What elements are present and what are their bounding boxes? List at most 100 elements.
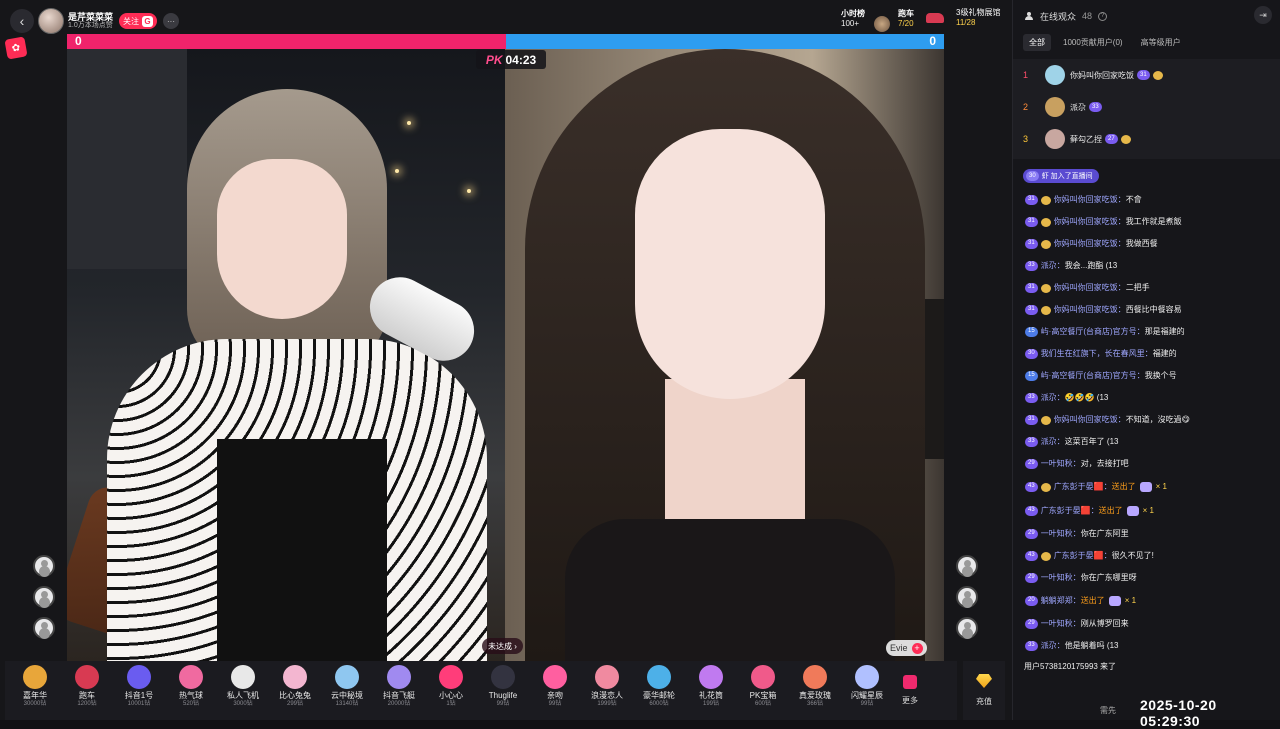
gift-item[interactable]: 豪华邮轮 6000钻: [633, 661, 685, 720]
gift-item[interactable]: Thuglife 99钻: [477, 661, 529, 720]
gift-item[interactable]: 私人飞机 3000钻: [217, 661, 269, 720]
host-avatar[interactable]: [38, 8, 64, 34]
chat-message[interactable]: 43 广东彭于晏🟥： 送出了 × 1: [1025, 499, 1280, 523]
chat-username[interactable]: 你妈叫你回家吃饭：: [1054, 305, 1126, 315]
chat-message[interactable]: 30 我们生在红旗下，长在春风里： 福建的: [1025, 343, 1280, 365]
video-right[interactable]: [505, 49, 944, 661]
chat-message[interactable]: 33 派尕： 这菜百年了 (13: [1025, 431, 1280, 453]
right-guest-slot[interactable]: [956, 555, 978, 577]
chat-message[interactable]: 33 派尕： 🤣🤣🤣 (13: [1025, 387, 1280, 409]
chat-username[interactable]: 一叶知秋：: [1041, 573, 1081, 583]
help-icon[interactable]: ?: [1098, 11, 1108, 21]
gift-item[interactable]: 云中秘境 13140钻: [321, 661, 373, 720]
chat-username[interactable]: 你妈叫你回家吃饭：: [1054, 239, 1126, 249]
tab-high-level[interactable]: 高等级用户: [1135, 34, 1187, 51]
gift-item[interactable]: 小心心 1钻: [425, 661, 477, 720]
chat-username[interactable]: 躺躺郑郑：: [1041, 596, 1081, 606]
left-guest-slot[interactable]: [33, 555, 55, 577]
chat-message[interactable]: 31 你妈叫你回家吃饭： 不知道，沒吃過😋: [1025, 409, 1280, 431]
more-button[interactable]: ···: [163, 13, 180, 29]
chat-username[interactable]: 派尕：: [1041, 437, 1065, 447]
chat-message[interactable]: 43 广东彭于晏🟥： 很久不见了!: [1025, 545, 1280, 567]
chat-username[interactable]: 一叶知秋：: [1041, 529, 1081, 539]
chat-username[interactable]: 你妈叫你回家吃饭：: [1054, 217, 1126, 227]
avatar[interactable]: [1045, 65, 1065, 85]
gift-item[interactable]: 真爱玫瑰 366钻: [789, 661, 841, 720]
audience-rank-row[interactable]: 2 派尕 33: [1013, 91, 1280, 123]
live-badge-icon[interactable]: ✿: [4, 36, 28, 60]
right-guest-slot[interactable]: [956, 617, 978, 639]
chat-message[interactable]: 15 屿·高空餐厅(台商店)官方号： 那是福建的: [1025, 321, 1280, 343]
gift-item[interactable]: 跑车 1200钻: [61, 661, 113, 720]
left-guest-slot[interactable]: [33, 617, 55, 639]
chat-message[interactable]: 20 躺躺郑郑： 送出了 × 1: [1025, 589, 1280, 613]
gift-item[interactable]: 抖音1号 10001钻: [113, 661, 165, 720]
chat-message[interactable]: 29 一叶知秋： 你在广东阿里: [1025, 523, 1280, 545]
chat-message[interactable]: 31 你妈叫你回家吃饭： 二把手: [1025, 277, 1280, 299]
audience-rank-row[interactable]: 1 你妈叫你回家吃饭 31: [1013, 59, 1280, 91]
chat-username[interactable]: 你妈叫你回家吃饭：: [1054, 415, 1126, 425]
chat-username[interactable]: 你妈叫你回家吃饭：: [1054, 195, 1126, 205]
left-guest-slot[interactable]: [33, 586, 55, 608]
chat-message[interactable]: 31 你妈叫你回家吃饭： 我做西餐: [1025, 233, 1280, 255]
chat-message[interactable]: 43 广东彭于晏🟥： 送出了 × 1: [1025, 475, 1280, 499]
gift-gallery[interactable]: 3级礼物展馆 11/28: [956, 8, 1000, 27]
chat-username[interactable]: 我们生在红旗下，长在春风里：: [1041, 349, 1153, 359]
chat-username[interactable]: 屿·高空餐厅(台商店)官方号：: [1041, 327, 1145, 337]
audience-title: 在线观众: [1040, 11, 1077, 22]
chat-username[interactable]: 派尕：: [1041, 261, 1065, 271]
chat-message[interactable]: 31 你妈叫你回家吃饭： 不會: [1025, 189, 1280, 211]
avatar[interactable]: [1045, 97, 1065, 117]
chat-message[interactable]: 31 你妈叫你回家吃饭： 我工作就是煮飯: [1025, 211, 1280, 233]
gift-item[interactable]: 浪漫恋人 1999钻: [581, 661, 633, 720]
gift-item[interactable]: 抖音飞艇 20000钻: [373, 661, 425, 720]
chat-username[interactable]: 派尕：: [1041, 393, 1065, 403]
chat-username[interactable]: 一叶知秋：: [1041, 459, 1081, 469]
right-guest-slot[interactable]: [956, 586, 978, 608]
chat-username[interactable]: 你妈叫你回家吃饭：: [1054, 283, 1126, 293]
chat-message[interactable]: 15 屿·高空餐厅(台商店)官方号： 我换个号: [1025, 365, 1280, 387]
follow-button[interactable]: 关注 G: [119, 13, 158, 29]
gift-item[interactable]: 闪耀星辰 99钻: [841, 661, 893, 720]
chat-message[interactable]: 33 派尕： 他是躺着吗 (13: [1025, 635, 1280, 657]
recharge-button[interactable]: 充值: [963, 661, 1005, 720]
chat-username[interactable]: 一叶知秋：: [1041, 619, 1081, 629]
task-status-tag[interactable]: 未达成 ›: [482, 638, 523, 654]
hour-rank-value: 100+: [841, 18, 860, 28]
gift-item[interactable]: 礼花筒 199钻: [685, 661, 737, 720]
gift-item[interactable]: 比心兔兔 299钻: [269, 661, 321, 720]
chat-username[interactable]: 屿·高空餐厅(台商店)官方号：: [1041, 371, 1145, 381]
chat-username[interactable]: 广东彭于晏🟥：: [1054, 551, 1112, 561]
gift-icon: [387, 665, 411, 689]
gift-item[interactable]: 嘉年华 30000钻: [9, 661, 61, 720]
opponent-name-tag[interactable]: Evie +: [886, 640, 927, 656]
chat-message[interactable]: 29 一叶知秋： 你在广东哪里呀: [1025, 567, 1280, 589]
hour-rank[interactable]: 小时榜 100+: [841, 9, 865, 28]
gift-item[interactable]: 热气球 520钻: [165, 661, 217, 720]
level-badge: 20: [1025, 596, 1038, 606]
gift-item[interactable]: PK宝箱 600钻: [737, 661, 789, 720]
chat-username[interactable]: 广东彭于晏🟥：: [1054, 482, 1112, 492]
car-progress[interactable]: 跑车 7/20: [898, 9, 914, 28]
audience-rank-row[interactable]: 3 藓勾乙捏 27: [1013, 123, 1280, 155]
follow-plus-icon[interactable]: +: [911, 642, 923, 654]
chat-username[interactable]: 派尕：: [1041, 641, 1065, 651]
video-left[interactable]: [67, 49, 505, 661]
tab-contributors[interactable]: 1000贡献用户(0): [1057, 34, 1129, 51]
more-gifts-button[interactable]: 更多: [893, 661, 927, 720]
tab-all[interactable]: 全部: [1023, 34, 1051, 51]
level-badge: 27: [1105, 134, 1118, 144]
gift-item[interactable]: 亲吻 99钻: [529, 661, 581, 720]
chat-message[interactable]: 33 派尕： 我会...跑酯 (13: [1025, 255, 1280, 277]
chat-message[interactable]: 31 你妈叫你回家吃饭： 西餐比中餐容易: [1025, 299, 1280, 321]
chat-message[interactable]: 29 一叶知秋： 对，去接打吧: [1025, 453, 1280, 475]
chat-message[interactable]: 29 一叶知秋： 刚从博罗回来: [1025, 613, 1280, 635]
host-card[interactable]: 是芹菜菜菜 1.0万本场点赞 关注 G ···: [38, 7, 180, 35]
avatar[interactable]: [1045, 129, 1065, 149]
back-button[interactable]: ‹: [10, 9, 34, 33]
gift-icon: [1139, 482, 1152, 492]
chat-username[interactable]: 广东彭于晏🟥：: [1041, 506, 1099, 516]
gift-name: 豪华邮轮: [643, 691, 675, 700]
collapse-panel-button[interactable]: ⇥: [1254, 6, 1272, 24]
gift-price: 1200钻: [77, 700, 97, 707]
